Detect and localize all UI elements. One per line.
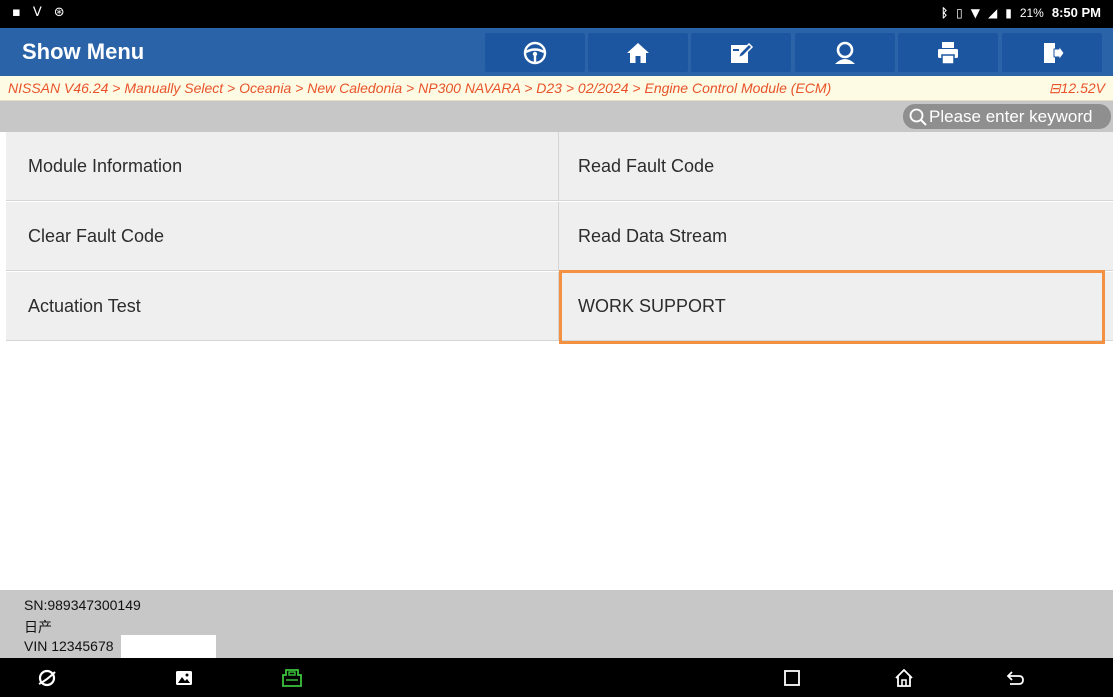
back-icon — [1006, 670, 1024, 685]
serial-number: SN:989347300149 — [24, 597, 141, 613]
menu-item-work-support[interactable]: WORK SUPPORT — [559, 272, 1113, 341]
menu-item-clear-fault-code[interactable]: Clear Fault Code — [6, 202, 559, 271]
settings-notification-icon: ⊛ — [53, 5, 65, 20]
print-icon — [938, 41, 958, 65]
menu-item-read-fault-code[interactable]: Read Fault Code — [559, 132, 1113, 201]
vehicle-button[interactable] — [485, 33, 585, 72]
clock: 8:50 PM — [1051, 5, 1101, 20]
menu-item-label: Read Data Stream — [578, 226, 728, 246]
search-icon — [909, 108, 927, 126]
browser-button[interactable] — [17, 658, 77, 697]
redaction-box — [121, 635, 216, 660]
vci-icon — [282, 668, 302, 687]
vibrate-icon: ▯ — [956, 5, 963, 20]
battery-voltage: ⊟12.52V — [1048, 80, 1105, 96]
vci-button[interactable] — [262, 658, 322, 697]
edit-report-icon — [731, 42, 754, 63]
user-support-icon — [835, 41, 855, 64]
home-outline-icon — [895, 668, 913, 687]
menu-item-label: Clear Fault Code — [28, 226, 165, 246]
page-title: Show Menu — [22, 39, 145, 64]
gallery-button[interactable] — [154, 658, 214, 697]
menu-item-module-information[interactable]: Module Information — [6, 132, 559, 201]
steering-wheel-icon — [523, 41, 547, 64]
image-notification-icon: ▪ — [12, 5, 21, 20]
signal-icon: ◢ — [987, 5, 998, 20]
menu-item-actuation-test[interactable]: Actuation Test — [6, 272, 559, 341]
vehicle-brand: 日产 — [24, 619, 52, 635]
navigation-bar — [0, 658, 1113, 697]
breadcrumb-path: NISSAN V46.24 > Manually Select > Oceani… — [8, 80, 832, 96]
battery-percent: 21% — [1019, 5, 1044, 20]
print-button[interactable] — [898, 33, 998, 72]
android-home-button[interactable] — [874, 658, 934, 697]
menu-item-read-data-stream[interactable]: Read Data Stream — [559, 202, 1113, 271]
recents-button[interactable] — [762, 658, 822, 697]
recents-icon — [784, 669, 800, 686]
search-box[interactable] — [903, 104, 1111, 129]
status-bar: ▪ ⴸ ⊛ ᛒ ▯ ▼ ◢ ▮ 21% 8:50 PM — [0, 0, 1113, 28]
exit-button[interactable] — [1002, 33, 1102, 72]
gallery-icon — [176, 670, 192, 685]
breadcrumb: NISSAN V46.24 > Manually Select > Oceani… — [0, 76, 1113, 101]
back-button[interactable] — [985, 658, 1045, 697]
wifi-icon: ▼ — [970, 5, 980, 20]
bluetooth-icon: ᛒ — [940, 5, 949, 20]
home-icon — [627, 42, 649, 63]
battery-icon: ▮ — [1005, 5, 1012, 20]
home-button[interactable] — [588, 33, 688, 72]
report-button[interactable] — [691, 33, 791, 72]
search-bar — [0, 101, 1113, 132]
menu-item-label: Read Fault Code — [578, 156, 715, 176]
menu-item-label: Module Information — [28, 156, 183, 176]
support-button[interactable] — [795, 33, 895, 72]
menu-item-label: WORK SUPPORT — [578, 296, 726, 316]
search-input[interactable] — [929, 106, 1109, 127]
vin-number: VIN 12345678 — [24, 638, 114, 654]
usb-icon: ⴸ — [32, 5, 42, 20]
exit-icon — [1044, 42, 1065, 63]
browser-icon — [38, 669, 56, 686]
title-bar: Show Menu — [0, 28, 1113, 76]
menu-item-label: Actuation Test — [28, 296, 141, 316]
